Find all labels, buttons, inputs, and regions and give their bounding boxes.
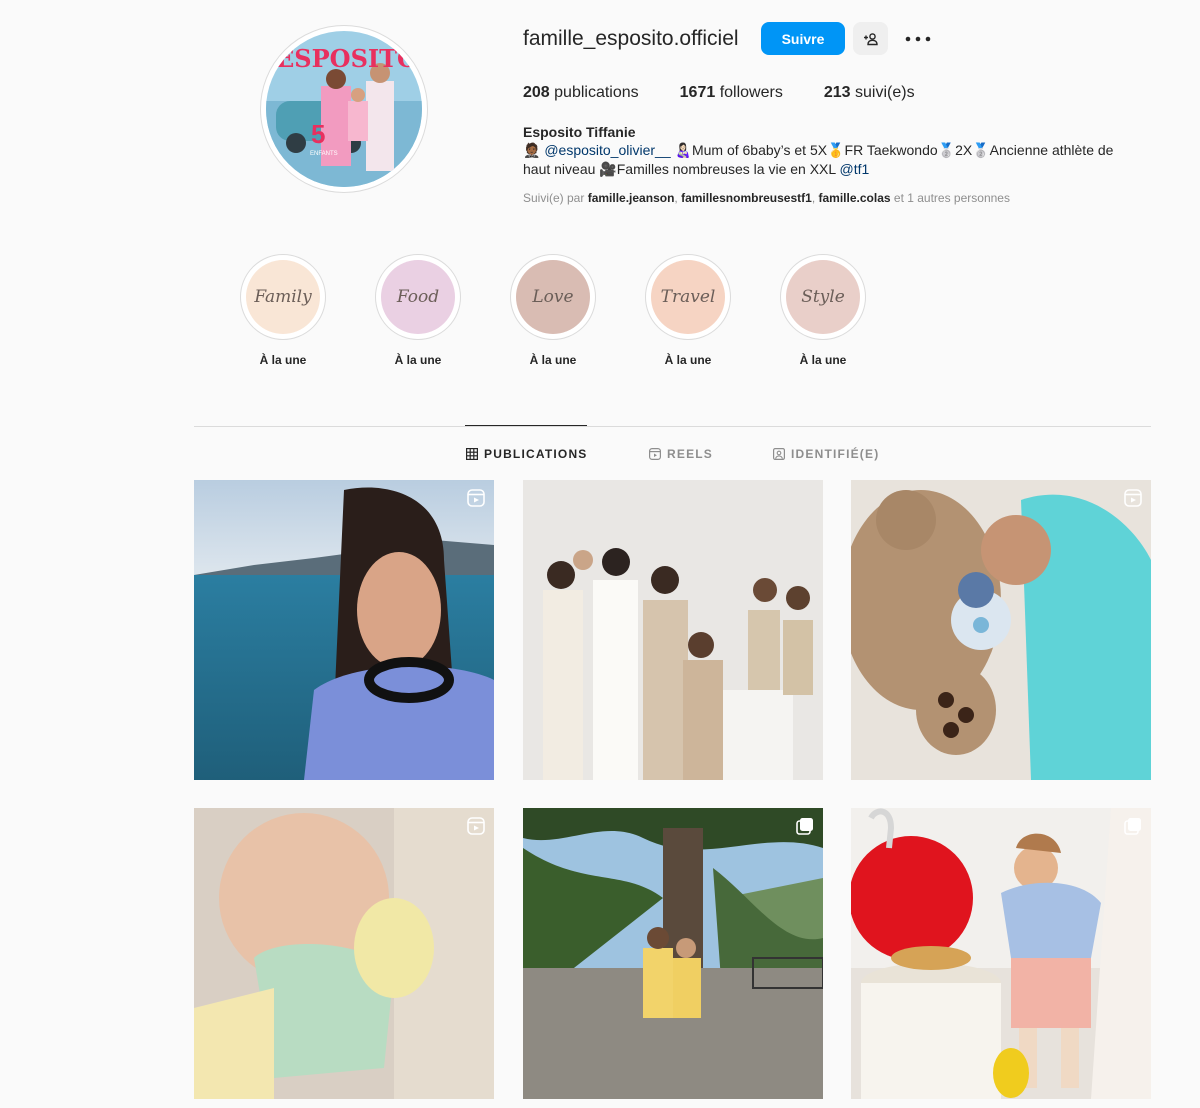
highlight-cover: Love [516, 260, 590, 334]
posts-count: 208 publications [523, 84, 639, 101]
bio-mention-link[interactable]: @esposito_olivier__ [544, 142, 670, 158]
post-thumbnail[interactable] [194, 808, 494, 1108]
highlight-item[interactable]: Love À la une [508, 254, 598, 367]
tab-label: PUBLICATIONS [484, 447, 588, 461]
tagged-icon [773, 448, 785, 460]
suggest-user-button[interactable] [853, 22, 888, 55]
add-user-icon [863, 32, 878, 45]
reel-icon [467, 489, 485, 507]
followers-count[interactable]: 1671 followers [680, 83, 783, 103]
followed-by[interactable]: Suivi(e) par famille.jeanson, famillesno… [523, 191, 1010, 205]
post-thumbnail[interactable] [851, 480, 1151, 780]
avatar-number-text: 5 [311, 119, 325, 149]
post-thumbnail[interactable] [851, 808, 1151, 1108]
tab-reels[interactable]: REELS [649, 447, 713, 461]
tab-tagged[interactable]: IDENTIFIÉ(E) [773, 447, 879, 461]
separator: , [811, 191, 816, 205]
bio-tf1-link[interactable]: @tf1 [840, 161, 870, 177]
carousel-icon [796, 818, 813, 835]
highlight-ring: Family [240, 254, 326, 340]
gold-medal-emoji: 🥇 [827, 142, 845, 158]
active-tab-indicator [465, 425, 587, 426]
post-thumbnail[interactable] [523, 808, 823, 1108]
tab-publications[interactable]: PUBLICATIONS [466, 447, 588, 461]
man-emoji: 🤵🏾 [523, 142, 541, 158]
tab-label: IDENTIFIÉ(E) [791, 447, 880, 461]
highlight-label: À la une [529, 353, 577, 367]
followed-by-suffix: et 1 autres personnes [893, 191, 1010, 205]
highlight-label: À la une [259, 353, 307, 367]
following-count[interactable]: 213 suivi(e)s [824, 83, 915, 103]
bio-text: Mum of 6baby’s et 5X [691, 142, 828, 158]
followed-by-prefix: Suivi(e) par [523, 191, 585, 205]
profile-username: famille_esposito.officiel [523, 27, 739, 50]
camera-emoji: 🎥 [599, 160, 617, 177]
grid-icon [466, 448, 478, 460]
follow-button[interactable]: Suivre [761, 22, 845, 55]
silver-medal-emoji: 🥈 [972, 142, 990, 158]
bio-text: Ancienne athlète de [989, 142, 1114, 158]
silver-medal-emoji: 🥈 [937, 142, 956, 158]
separator: , [674, 191, 678, 205]
profile-bio: 🤵🏾 @esposito_olivier__ 👩🏻‍🍼Mum of 6baby’… [523, 141, 1143, 178]
mother-emoji: 👩🏻‍🍼 [674, 142, 692, 158]
highlight-item[interactable]: Travel À la une [643, 254, 733, 367]
follower-link[interactable]: famille.colas [819, 191, 891, 205]
highlight-item[interactable]: Style À la une [778, 254, 868, 367]
highlight-label: À la une [394, 353, 442, 367]
highlight-label: À la une [799, 353, 847, 367]
profile-stats: 208 publications 1671 followers 213 suiv… [523, 83, 915, 103]
highlight-cover: Style [786, 260, 860, 334]
highlight-cover: Travel [651, 260, 725, 334]
highlight-ring: Love [510, 254, 596, 340]
highlight-item[interactable]: Family À la une [238, 254, 328, 367]
tabs-divider [194, 426, 1151, 427]
highlight-item[interactable]: Food À la une [373, 254, 463, 367]
bio-text: FR Taekwondo [844, 142, 938, 158]
highlight-ring: Style [780, 254, 866, 340]
bio-text: haut niveau [523, 160, 596, 177]
more-options-button[interactable] [903, 24, 933, 54]
tab-label: REELS [667, 447, 714, 461]
post-thumbnail[interactable] [523, 480, 823, 780]
highlight-cover: Family [246, 260, 320, 334]
follower-link[interactable]: famillesnombreusestf1 [681, 191, 812, 205]
highlight-cover: Food [381, 260, 455, 334]
highlight-label: À la une [664, 353, 712, 367]
highlight-ring: Travel [645, 254, 731, 340]
reel-icon [467, 817, 485, 835]
bio-text: 2X [955, 142, 973, 158]
reels-icon [649, 448, 661, 460]
bio-text: Familles nombreuses la vie en XXL [616, 160, 836, 177]
more-icon [905, 36, 931, 42]
highlight-ring: Food [375, 254, 461, 340]
follower-link[interactable]: famille.jeanson [588, 191, 675, 205]
reel-icon [1124, 489, 1142, 507]
avatar-subtext: ENFANTS [310, 151, 338, 157]
avatar[interactable]: ESPOSITO 5 ENFANTS [266, 31, 422, 187]
profile-full-name: Esposito Tiffanie [523, 124, 636, 140]
post-thumbnail[interactable] [194, 480, 494, 780]
carousel-icon [1124, 818, 1141, 835]
